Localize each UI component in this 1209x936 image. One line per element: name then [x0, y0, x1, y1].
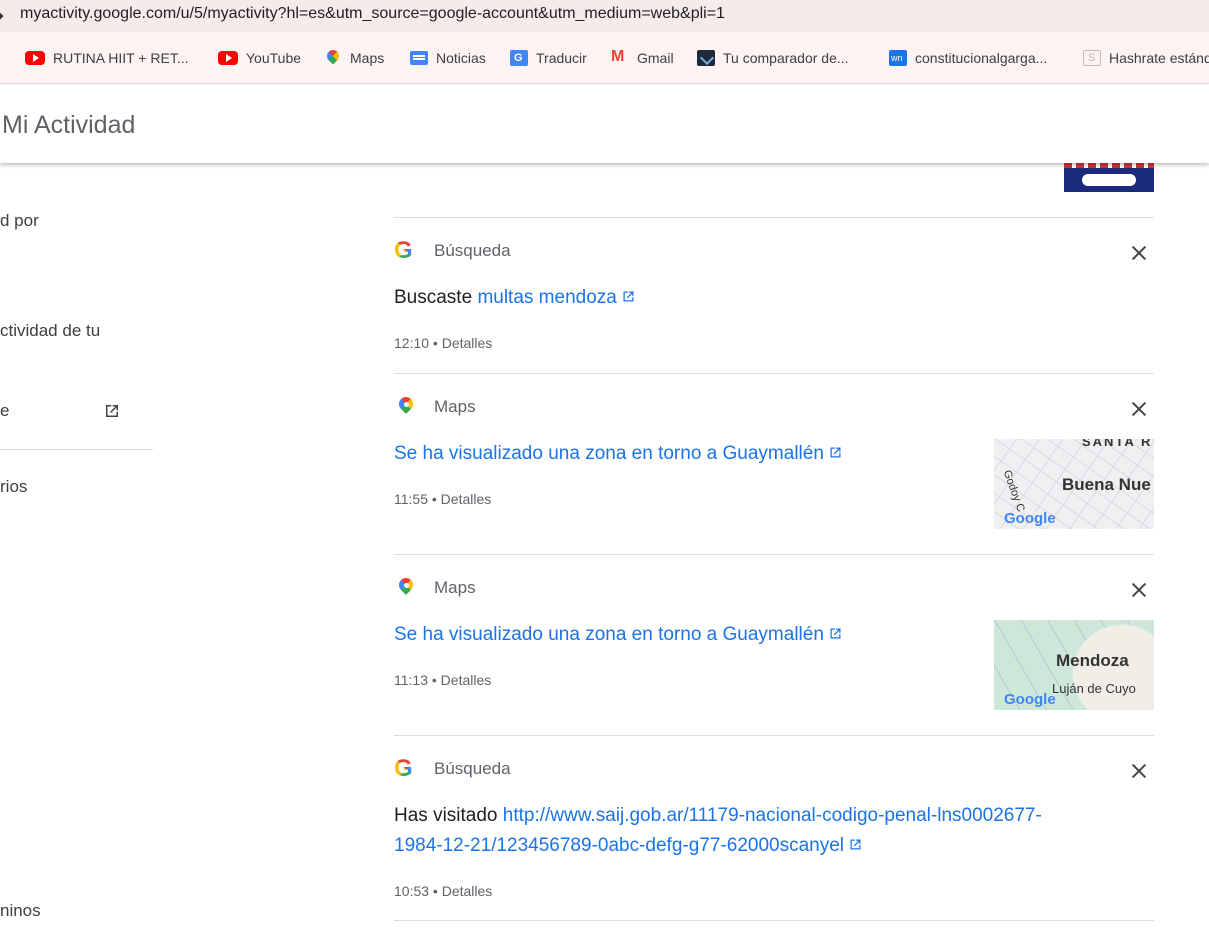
bookmark-label: Tu comparador de... [723, 50, 849, 66]
service-label: Maps [434, 578, 476, 597]
activity-item: Maps Se ha visualizado una zona en torno… [394, 554, 1154, 735]
news-icon [410, 51, 428, 65]
bookmark-maps[interactable]: Maps [324, 48, 384, 68]
map-label: Mendoza [1056, 651, 1129, 670]
bookmark-comparador[interactable]: Tu comparador de... [697, 48, 849, 68]
gmail-icon [611, 48, 629, 66]
activity-title: Buscaste multas mendoza [394, 283, 636, 313]
bookmark-traducir[interactable]: Traducir [510, 48, 587, 68]
youtube-icon [25, 51, 45, 65]
bookmark-label: RUTINA HIIT + RET... [53, 50, 189, 66]
activity-link[interactable]: multas mendoza [477, 287, 616, 308]
activity-title-continued: 1984-12-21/123456789-0abc-defg-g77-62000… [394, 831, 863, 861]
sidebar-item-filter[interactable]: d por [0, 211, 39, 231]
google-logo: Google [1004, 691, 1056, 708]
activity-header: Maps [394, 394, 476, 420]
activity-meta[interactable]: 11:13 • Detalles [394, 671, 491, 689]
service-label: Búsqueda [434, 241, 511, 260]
activity-header: G Búsqueda [394, 756, 511, 782]
service-label: Maps [434, 397, 476, 416]
map-label: SANTA R [1082, 439, 1153, 449]
bookmarks-bar: a RUTINA HIIT + RET... YouTube Maps Noti… [0, 32, 1209, 84]
activity-link[interactable]: Se ha visualizado una zona en torno a Gu… [394, 624, 824, 645]
bookmark-label: Noticias [436, 50, 486, 66]
google-icon: G [394, 757, 418, 781]
sidebar-divider [0, 449, 153, 450]
sidebar-item-other[interactable]: rios [0, 477, 27, 497]
bookmark-label: YouTube [246, 50, 302, 66]
activity-thumbnail[interactable] [1064, 163, 1154, 192]
activity-meta[interactable]: 12:10 • Detalles [394, 334, 492, 352]
activity-link[interactable]: 1984-12-21/123456789-0abc-defg-g77-62000… [394, 835, 844, 856]
google-logo: Google [1004, 510, 1056, 527]
activity-meta[interactable]: 11:55 • Detalles [394, 490, 491, 508]
activity-title: Has visitado http://www.saij.gob.ar/1117… [394, 801, 1042, 831]
sidebar-item-activity-controls[interactable]: ctividad de tu [0, 321, 100, 341]
bookmark-youtube[interactable]: YouTube [218, 48, 301, 68]
activity-header: Maps [394, 575, 476, 601]
translate-icon [510, 50, 528, 66]
activity-item: G Búsqueda Buscaste multas mendoza 12:10… [394, 217, 1154, 373]
activity-prefix: Buscaste [394, 287, 478, 308]
bookmark-gmail[interactable]: Gmail [611, 48, 674, 68]
delete-item-button[interactable] [1128, 242, 1150, 264]
open-in-new-icon [106, 405, 118, 417]
bookmark-label: Gmail [637, 50, 674, 66]
bookmark-label: Traducir [536, 50, 587, 66]
site-info-icon[interactable]: ◆ [0, 5, 8, 27]
maps-pin-icon [394, 395, 418, 419]
bookmark-hashrate[interactable]: Hashrate estánd [1083, 48, 1209, 68]
activity-header: G Búsqueda [394, 238, 511, 264]
bookmark-rutina-hiit[interactable]: RUTINA HIIT + RET... [25, 48, 189, 68]
open-in-new-icon [850, 839, 861, 850]
delete-item-button[interactable] [1128, 579, 1150, 601]
sidebar-item-external[interactable]: e [0, 401, 9, 421]
open-in-new-icon [623, 291, 634, 302]
youtube-icon [218, 51, 238, 65]
activity-meta[interactable]: 10:53 • Detalles [394, 882, 492, 900]
bookmark-label: Maps [350, 50, 385, 66]
activity-item: Maps Se ha visualizado una zona en torno… [394, 373, 1154, 554]
bookmark-noticias[interactable]: Noticias [410, 48, 486, 68]
open-in-new-icon [830, 628, 841, 639]
comparator-icon [697, 50, 715, 66]
page-title: Mi Actividad [2, 111, 136, 139]
activity-item: G Búsqueda Has visitado http://www.saij.… [394, 735, 1154, 921]
activity-title: Se ha visualizado una zona en torno a Gu… [394, 620, 843, 650]
app-header: Mi Actividad [0, 85, 1209, 163]
map-thumbnail[interactable]: SANTA R Buena Nue Godoy C Google [994, 439, 1154, 529]
address-bar[interactable]: ◆ myactivity.google.com/u/5/myactivity?h… [0, 0, 1209, 32]
url-text[interactable]: myactivity.google.com/u/5/myactivity?hl=… [20, 4, 725, 24]
map-label: Luján de Cuyo [1052, 681, 1136, 696]
activity-prefix: Has visitado [394, 805, 503, 826]
map-thumbnail[interactable]: Mendoza Luján de Cuyo Google [994, 620, 1154, 710]
open-in-new-icon [830, 447, 841, 458]
hashrate-icon [1083, 50, 1101, 66]
maps-icon [324, 50, 342, 66]
map-label: Buena Nue [1062, 475, 1151, 494]
bookmark-label: Hashrate estánd [1109, 50, 1209, 66]
activity-link[interactable]: Se ha visualizado una zona en torno a Gu… [394, 443, 824, 464]
bookmark-label: constitucionalgarga... [915, 50, 1048, 66]
map-label: Godoy C [1000, 468, 1027, 514]
wn-icon [889, 50, 907, 66]
delete-item-button[interactable] [1128, 760, 1150, 782]
activity-title: Se ha visualizado una zona en torno a Gu… [394, 439, 843, 469]
maps-pin-icon [394, 576, 418, 600]
google-icon: G [394, 239, 418, 263]
delete-item-button[interactable] [1128, 398, 1150, 420]
service-label: Búsqueda [434, 759, 511, 778]
bookmark-constitucional[interactable]: constitucionalgarga... [889, 48, 1047, 68]
sidebar-item-terms[interactable]: ninos [0, 901, 41, 921]
activity-link[interactable]: http://www.saij.gob.ar/11179-nacional-co… [503, 805, 1042, 826]
